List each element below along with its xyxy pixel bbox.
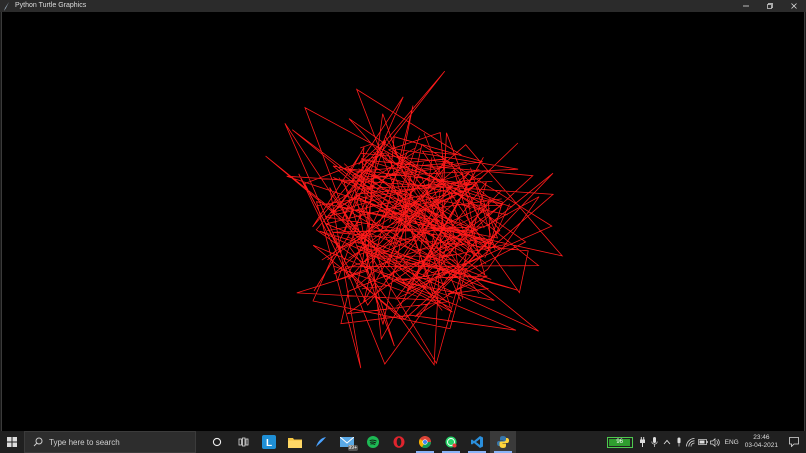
wifi-icon [685,437,695,447]
spotify-button[interactable] [360,431,386,453]
minimize-icon [743,5,749,7]
minimize-button[interactable] [734,0,758,12]
battery-indicator[interactable]: 96 [606,436,633,448]
taskbar-search-box[interactable]: Type here to search [24,431,196,453]
notification-center-button[interactable] [786,431,802,453]
clock-time: 23:46 [753,434,770,441]
python-turtle-button[interactable] [490,431,516,453]
battery-icon [697,439,708,445]
power-plug-icon [640,437,646,447]
taskbar: Type here to search L 99+ 96 ENG 23:46 0… [0,431,806,453]
power-plug-button[interactable] [637,431,649,453]
chrome-icon [419,436,431,448]
clock-date: 03-04-2021 [744,442,778,449]
mail-badge: 99+ [347,445,358,451]
turtle-drawing [265,71,564,369]
taskbar-apps: L 99+ [204,431,516,453]
opera-icon [393,436,405,448]
mail-button[interactable]: 99+ [334,431,360,453]
cortana-icon [212,437,222,447]
cortana-button[interactable] [204,431,230,453]
letter-l-app-button[interactable]: L [256,431,282,453]
feather-app-icon [316,437,326,447]
svg-text:L: L [266,438,272,449]
python-turtle-icon [497,436,509,448]
search-placeholder: Type here to search [49,437,120,447]
language-indicator[interactable]: ENG [725,439,739,446]
turtle-canvas[interactable] [1,12,805,431]
wifi-button[interactable] [685,431,697,453]
window-controls [734,0,806,12]
clock[interactable]: 23:46 03-04-2021 [745,434,778,450]
battery-tray-button[interactable] [697,431,709,453]
restore-icon [767,3,773,9]
vscode-button[interactable] [464,431,490,453]
whatsapp-button[interactable] [438,431,464,453]
task-view-button[interactable] [230,431,256,453]
microphone-small-icon [677,437,681,447]
feather-app-button[interactable] [308,431,334,453]
spotify-icon [367,436,379,448]
file-explorer-button[interactable] [282,431,308,453]
close-icon [791,3,797,9]
windows-logo-icon [7,437,17,447]
title-bar[interactable]: Python Turtle Graphics [0,0,806,12]
close-button[interactable] [782,0,806,12]
system-tray: 96 ENG 23:46 03-04-2021 [606,431,806,453]
task-view-icon [238,437,248,447]
microphone-button[interactable] [649,431,661,453]
window-title: Python Turtle Graphics [15,2,87,9]
turtle-path [265,71,564,369]
restore-button[interactable] [758,0,782,12]
volume-button[interactable] [709,431,721,453]
app-root: Python Turtle Graphics Type here to sear… [0,0,806,453]
whatsapp-icon [445,436,457,448]
onedrive-button[interactable] [673,431,685,453]
volume-icon [709,437,720,447]
python-feather-icon [2,1,12,11]
start-button[interactable] [0,431,24,453]
file-explorer-icon [288,438,302,448]
search-icon [33,437,43,447]
show-hidden-icons-button[interactable] [661,431,673,453]
notification-icon [789,437,799,447]
microphone-icon [651,437,658,447]
chevron-up-icon [663,439,670,445]
letter-l-app-icon: L [262,435,276,449]
opera-button[interactable] [386,431,412,453]
battery-percent: 96 [616,438,623,445]
chrome-button[interactable] [412,431,438,453]
vscode-icon [471,436,483,448]
